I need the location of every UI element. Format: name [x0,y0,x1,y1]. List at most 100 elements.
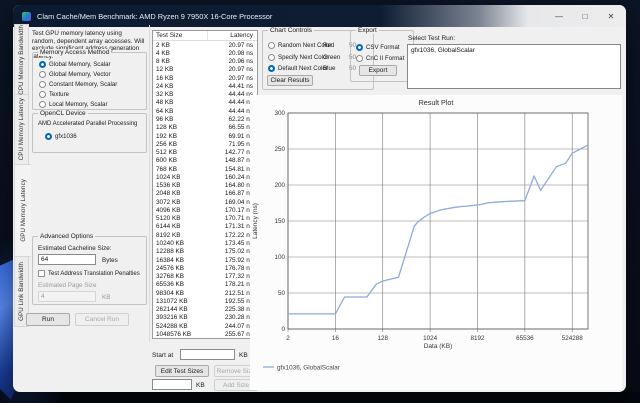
result-row[interactable]: 131072 KB192.55 ns [153,297,257,305]
result-row[interactable]: 192 KB69.91 ns [153,132,257,140]
result-row[interactable]: 1048576 KB255.67 ns [153,330,257,338]
opencl-device-option-gfx1036[interactable]: gfx1036 [45,132,77,141]
result-test-size: 512 KB [153,149,208,156]
taskbar[interactable] [0,392,640,403]
cacheline-unit-label: Bytes [102,257,118,264]
export-format-option-csv-format[interactable]: CSV Format [356,43,400,52]
color-mode-option-default-next-color[interactable]: Default Next Color [268,64,328,73]
result-test-size: 12 KB [153,66,208,73]
result-row[interactable]: 256 KB71.95 ns [153,140,257,148]
result-row[interactable]: 32768 KB177.32 ns [153,272,257,280]
result-row[interactable]: 96 KB62.22 ns [153,115,257,123]
result-row[interactable]: 24 KB44.41 ns [153,82,257,90]
result-row[interactable]: 6144 KB171.31 ns [153,223,257,231]
result-row[interactable]: 512 KB142.77 ns [153,148,257,156]
result-row[interactable]: 24576 KB176.78 ns [153,264,257,272]
export-format-option-cnc-ii-format[interactable]: CnC II Format [356,54,404,63]
tab-cpu-memory-bandwidth[interactable]: CPU Memory Bandwidth [14,24,29,95]
result-row[interactable]: 4 KB20.98 ns [153,49,257,57]
memory-access-method-label: Memory Access Method [38,49,111,56]
result-row[interactable]: 64 KB44.44 ns [153,107,257,115]
memory-access-method-group: Memory Access Method Global Memory, Scal… [32,52,147,110]
memory-access-option-constant-memory-scalar[interactable]: Constant Memory, Scalar [39,80,117,89]
radio-icon [39,61,46,68]
x-tick-label: 8192 [470,335,485,342]
result-test-size: 24 KB [153,83,208,90]
radio-icon [268,42,275,49]
close-icon[interactable]: ✕ [606,12,616,21]
column-latency[interactable]: Latency [208,31,257,40]
page-size-input: 4 [38,291,96,302]
opencl-device-group: OpenCL Device AMD Accelerated Parallel P… [32,113,147,153]
run-progress-label: Run Progress: [152,19,194,26]
result-row[interactable]: 65536 KB178.21 ns [153,281,257,289]
y-tick-label: 100 [274,254,285,261]
result-row[interactable]: 48 KB44.44 ns [153,99,257,107]
export-button[interactable]: Export [359,65,397,76]
result-row[interactable]: 8192 KB172.22 ns [153,231,257,239]
edit-test-sizes-button[interactable]: Edit Test Sizes [155,365,209,377]
opencl-device-option-label: gfx1036 [55,133,77,140]
result-row[interactable]: 2048 KB166.87 ns [153,190,257,198]
color-mode-option-random-next-color[interactable]: Random Next Color [268,41,332,50]
minimize-icon[interactable]: — [554,12,564,21]
tab-gpu-memory-latency[interactable]: GPU Memory Latency [14,164,31,257]
result-row[interactable]: 4096 KB170.17 ns [153,206,257,214]
result-test-size: 96 KB [153,116,208,123]
result-row[interactable]: 128 KB66.55 ns [153,124,257,132]
y-tick-label: 250 [274,146,285,153]
app-icon [22,12,31,21]
result-test-size: 48 KB [153,99,208,106]
memory-access-option-texture[interactable]: Texture [39,90,69,99]
result-row[interactable]: 12288 KB175.02 ns [153,248,257,256]
memory-access-option-global-memory-scalar[interactable]: Global Memory, Scalar [39,60,111,69]
result-row[interactable]: 393216 KB230.28 ns [153,314,257,322]
result-row[interactable]: 524288 KB244.07 ns [153,322,257,330]
add-size-input[interactable] [152,379,192,390]
result-row[interactable]: 16 KB20.97 ns [153,74,257,82]
result-row[interactable]: 98304 KB212.51 ns [153,289,257,297]
result-test-size: 600 KB [153,157,208,164]
result-row[interactable]: 10240 KB173.45 ns [153,239,257,247]
tab-cpu-memory-latency[interactable]: CPU Memory Latency [14,94,29,165]
column-test-size[interactable]: Test Size [153,31,208,40]
result-row[interactable]: 768 KB154.81 ns [153,165,257,173]
result-row[interactable]: 12 KB20.97 ns [153,66,257,74]
tlb-checkbox-row[interactable]: Test Address Translation Penalties [38,270,140,277]
result-row[interactable]: 262144 KB225.38 ns [153,306,257,314]
clear-results-button[interactable]: Clear Results [267,75,313,86]
memory-access-option-label: Texture [49,91,69,98]
run-button[interactable]: Run [26,313,70,326]
result-latency: 20.96 ns [208,58,257,65]
color-mode-option-specify-next-color[interactable]: Specify Next Color [268,53,328,62]
test-run-listbox[interactable]: gfx1036, GlobalScalar [407,44,621,89]
result-test-size: 1536 KB [153,182,208,189]
x-tick-label: 524288 [562,335,584,342]
result-row[interactable]: 16384 KB175.92 ns [153,256,257,264]
run-progress-status: Run finished [200,19,237,26]
result-row[interactable]: 1536 KB164.80 ns [153,182,257,190]
y-tick-label: 200 [274,182,285,189]
result-test-size: 6144 KB [153,223,208,230]
result-row[interactable]: 8 KB20.96 ns [153,58,257,66]
export-format-option-label: CSV Format [366,44,400,51]
test-run-item[interactable]: gfx1036, GlobalScalar [408,45,620,54]
result-row[interactable]: 600 KB148.87 ns [153,157,257,165]
memory-access-option-global-memory-vector[interactable]: Global Memory, Vector [39,70,111,79]
result-row[interactable]: 5120 KB170.71 ns [153,215,257,223]
result-row[interactable]: 2 KB20.97 ns [153,41,257,49]
cacheline-size-input[interactable] [38,254,96,265]
results-listview[interactable]: Test Size Latency 2 KB20.97 ns4 KB20.98 … [152,30,258,339]
maximize-icon[interactable]: □ [580,12,590,21]
result-row[interactable]: 3072 KB169.04 ns [153,198,257,206]
y-tick-label: 300 [274,110,285,117]
cancel-run-button[interactable]: Cancel Run [75,313,129,326]
chart-controls-label: Chart Controls [268,27,314,34]
result-row[interactable]: 1024 KB160.24 ns [153,173,257,181]
result-test-size: 24576 KB [153,265,208,272]
result-test-size: 3072 KB [153,199,208,206]
start-at-input[interactable] [180,349,235,360]
memory-access-option-local-memory-scalar[interactable]: Local Memory, Scalar [39,100,107,109]
result-row[interactable]: 32 KB44.44 ns [153,91,257,99]
window-controls: — □ ✕ [554,5,616,27]
